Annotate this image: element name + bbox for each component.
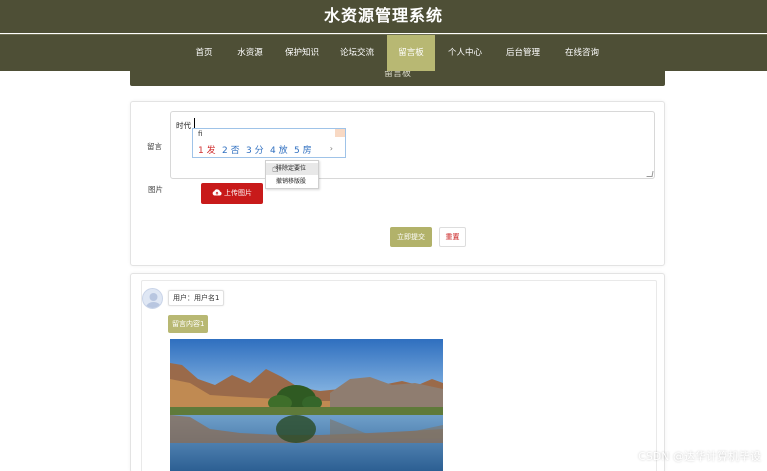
text-caret [194,118,195,128]
upload-image-button[interactable]: 上传图片 [201,183,263,204]
user-avatar-icon [142,288,163,309]
nav-item-water-resources[interactable]: 水资源 [229,35,271,72]
ime-candidate-popup: fi 1 发 2 否 3 分 4 放 5 房 › [192,128,346,158]
watermark: CSDN @达华计算机毕设 [638,450,761,463]
nav-item-admin[interactable]: 后台管理 [500,35,546,72]
ime-candidate[interactable]: 5 房 [294,143,312,156]
ime-skin-decoration [335,129,345,137]
message-content: 留言内容1 [168,315,209,333]
site-title: 水资源管理系统 [323,6,443,25]
context-menu-item[interactable]: 撤销移版股 [266,176,318,188]
chevron-right-icon[interactable]: › [330,144,333,153]
image-label: 图片 [148,185,163,194]
nav-item-forum[interactable]: 论坛交流 [334,35,380,72]
cloud-upload-icon [212,189,222,196]
ime-candidate[interactable]: 1 发 [198,143,216,156]
site-header: 水资源管理系统 [0,0,767,33]
hand-cursor-icon: ☝ [272,162,279,175]
nav-item-personal-center[interactable]: 个人中心 [442,35,488,72]
nav-item-message-board[interactable]: 留言板 [387,35,435,72]
message-image [170,339,443,471]
board-title-bar: 留言板 [130,71,665,86]
main-nav: 首页 水资源 保护知识 论坛交流 留言板 个人中心 后台管理 在线咨询 [0,34,767,72]
reset-button[interactable]: 重置 [439,227,466,247]
message-user: 用户：用户名1 [168,290,225,306]
ime-candidate[interactable]: 3 分 [246,143,264,156]
upload-button-label: 上传图片 [224,189,252,197]
submit-button[interactable]: 立即提交 [390,227,432,247]
nav-item-protection-knowledge[interactable]: 保护知识 [279,35,325,72]
message-text: 时代 [176,121,191,130]
nav-item-home[interactable]: 首页 [184,35,224,72]
ime-candidate[interactable]: 4 放 [270,143,288,156]
ime-composition: fi [198,130,203,138]
nav-item-online-consult[interactable]: 在线咨询 [558,35,606,72]
board-title: 留言板 [383,71,411,79]
resize-handle[interactable] [646,171,654,177]
ime-candidate[interactable]: 2 否 [222,143,240,156]
message-label: 留言 [147,142,162,151]
